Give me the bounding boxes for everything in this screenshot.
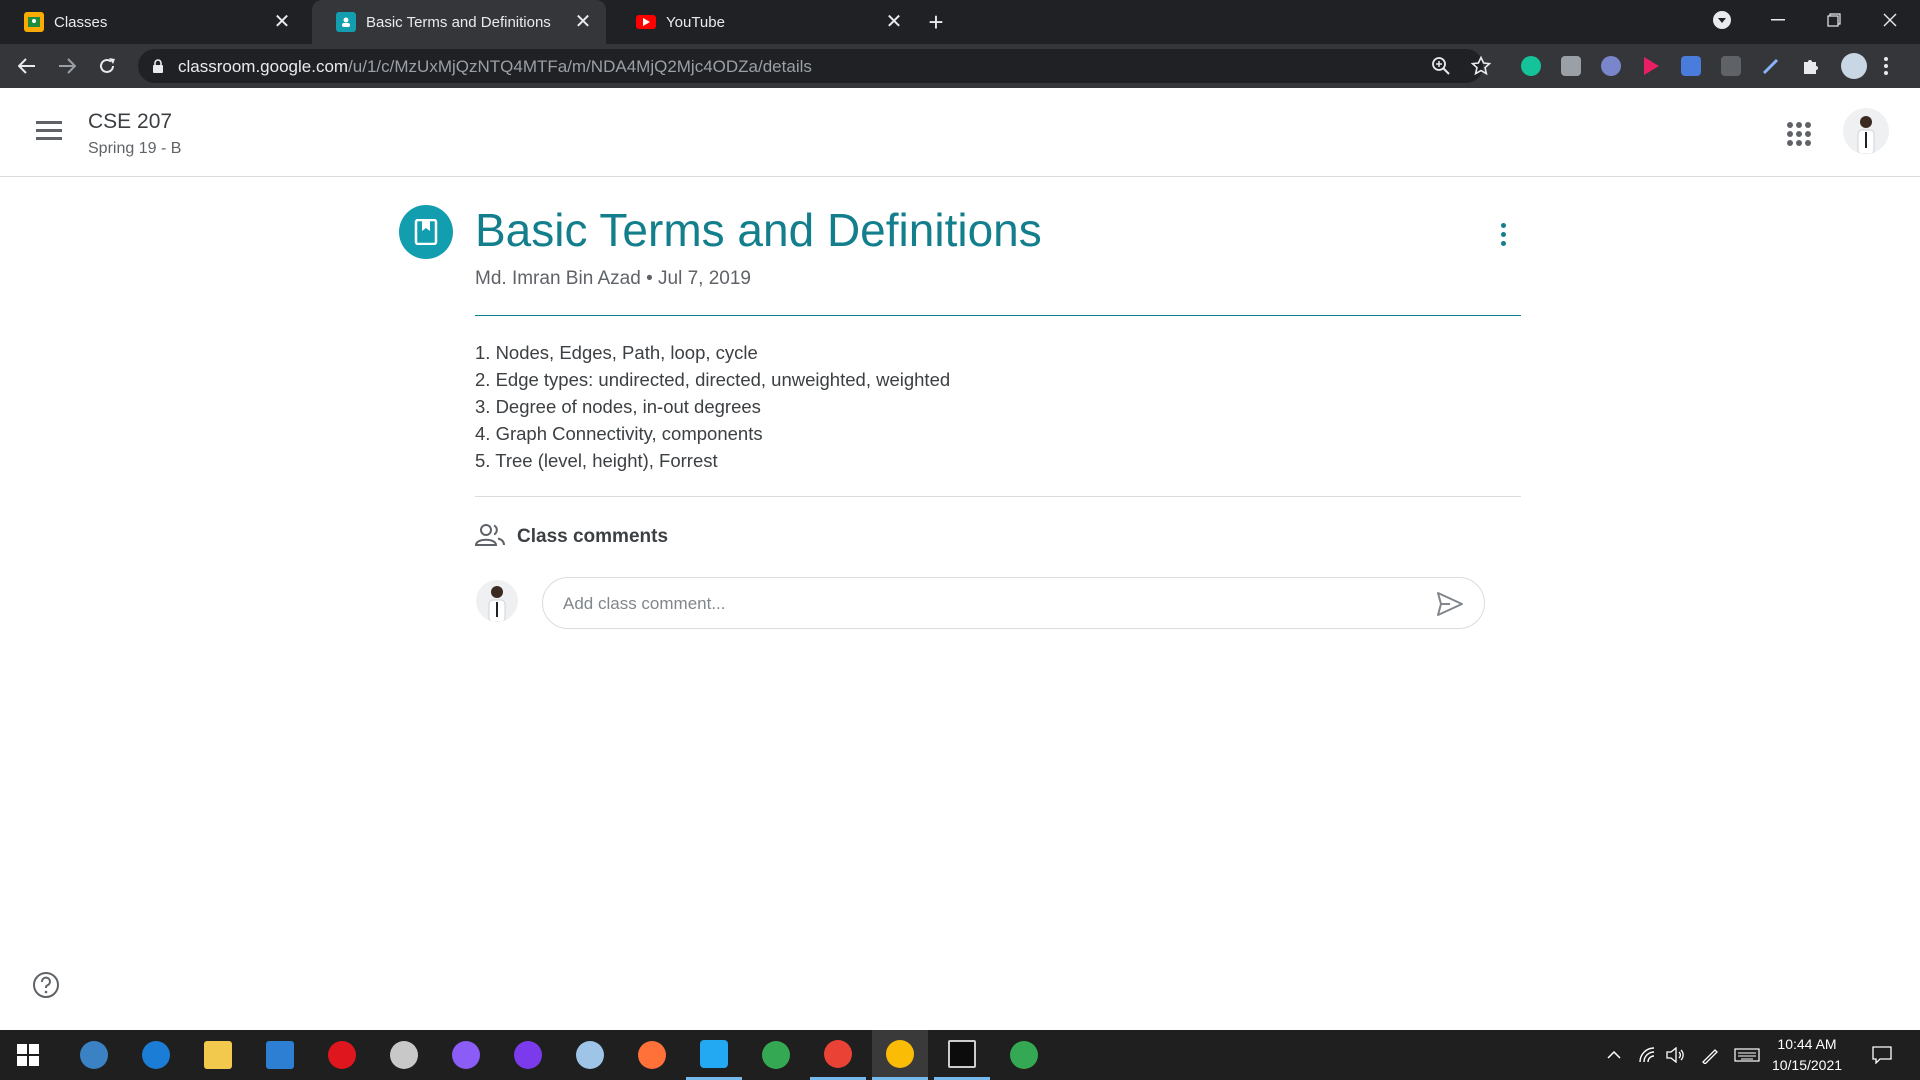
close-icon[interactable]: ✕ xyxy=(572,11,594,33)
paint-icon[interactable] xyxy=(562,1030,618,1080)
tab-title: Classes xyxy=(54,13,108,31)
file-explorer-icon[interactable] xyxy=(190,1030,246,1080)
tab-classes[interactable]: Classes ✕ xyxy=(0,0,305,44)
profile-avatar-icon[interactable] xyxy=(1841,53,1867,79)
material-description: 1. Nodes, Edges, Path, loop, cycle 2. Ed… xyxy=(475,339,1515,474)
url-host: classroom.google.com xyxy=(178,57,349,76)
qbittorrent-icon[interactable] xyxy=(66,1030,122,1080)
maps-icon[interactable] xyxy=(748,1030,804,1080)
pen-icon[interactable] xyxy=(1698,1030,1722,1080)
class-comments-header: Class comments xyxy=(474,522,669,552)
close-icon[interactable]: ✕ xyxy=(883,11,905,33)
glasses-extension-icon[interactable] xyxy=(1601,56,1621,76)
youtube-icon xyxy=(636,15,656,29)
hamburger-menu-icon[interactable] xyxy=(36,121,62,141)
divider xyxy=(475,496,1521,497)
browser-toolbar: classroom.google.com/u/1/c/MzUxMjQzNTQ4M… xyxy=(0,44,1920,88)
reload-icon[interactable] xyxy=(91,50,123,82)
minimize-icon[interactable] xyxy=(1750,0,1806,40)
download-extension-icon[interactable] xyxy=(1681,56,1701,76)
classroom-teal-icon xyxy=(336,12,356,32)
satellite-icon[interactable] xyxy=(376,1030,432,1080)
grammarly-extension-icon[interactable] xyxy=(1521,56,1541,76)
window-close-icon[interactable] xyxy=(1862,0,1918,40)
course-title[interactable]: CSE 207 xyxy=(88,110,172,134)
edge-icon[interactable] xyxy=(128,1030,184,1080)
address-bar[interactable]: classroom.google.com/u/1/c/MzUxMjQzNTQ4M… xyxy=(138,49,1492,83)
account-avatar[interactable] xyxy=(1843,108,1889,154)
chrome-profile-3-icon[interactable] xyxy=(996,1030,1052,1080)
tab-title: YouTube xyxy=(666,13,725,31)
firefox-icon[interactable] xyxy=(624,1030,680,1080)
tab-title: Basic Terms and Definitions xyxy=(366,13,551,31)
material-book-icon xyxy=(399,205,453,259)
classroom-header: CSE 207 Spring 19 - B xyxy=(0,88,1920,177)
keyboard-icon[interactable] xyxy=(1732,1030,1762,1080)
commenter-avatar xyxy=(476,580,518,622)
puzzle-extensions-icon[interactable] xyxy=(1801,56,1821,76)
close-icon[interactable]: ✕ xyxy=(271,11,293,33)
class-comment-box[interactable] xyxy=(542,577,1485,629)
bookmark-star-icon[interactable] xyxy=(1470,55,1492,76)
notifications-icon[interactable] xyxy=(1862,1030,1902,1080)
back-arrow-icon[interactable] xyxy=(11,50,43,82)
restore-icon[interactable] xyxy=(1806,0,1862,40)
description-line: 2. Edge types: undirected, directed, unw… xyxy=(475,369,951,390)
clock-time: 10:44 AM xyxy=(1777,1036,1837,1052)
terminal-icon[interactable] xyxy=(934,1030,990,1080)
chrome-profile-2-icon[interactable] xyxy=(872,1030,928,1080)
tab-extension-icon[interactable] xyxy=(1721,56,1741,76)
system-clock[interactable]: 10:44 AM 10/15/2021 xyxy=(1762,1034,1852,1076)
mail-icon[interactable] xyxy=(252,1030,308,1080)
people-icon xyxy=(474,523,505,552)
play-extension-icon[interactable] xyxy=(1641,56,1661,76)
url-text: classroom.google.com/u/1/c/MzUxMjQzNTQ4M… xyxy=(178,57,812,77)
description-line: 1. Nodes, Edges, Path, loop, cycle xyxy=(475,342,758,363)
description-line: 4. Graph Connectivity, components xyxy=(475,423,763,444)
windows-start-icon[interactable] xyxy=(0,1030,56,1080)
github-icon[interactable] xyxy=(500,1030,556,1080)
tab-youtube[interactable]: YouTube ✕ xyxy=(612,0,917,44)
google-apps-icon[interactable] xyxy=(1787,122,1811,146)
opera-icon[interactable] xyxy=(314,1030,370,1080)
more-options-icon[interactable] xyxy=(1490,218,1516,250)
chevron-up-icon[interactable] xyxy=(1604,1030,1624,1080)
volume-icon[interactable] xyxy=(1664,1030,1688,1080)
classroom-yellow-icon xyxy=(24,12,44,32)
material-meta: Md. Imran Bin Azad • Jul 7, 2019 xyxy=(475,268,751,289)
course-section: Spring 19 - B xyxy=(88,140,182,157)
divider xyxy=(475,315,1521,316)
windows-taskbar: 10:44 AM 10/15/2021 xyxy=(0,1030,1920,1080)
pen-extension-icon[interactable] xyxy=(1761,56,1781,76)
tab-basic-terms[interactable]: Basic Terms and Definitions ✕ xyxy=(312,0,606,44)
vscode-icon[interactable] xyxy=(686,1030,742,1080)
camera-extension-icon[interactable] xyxy=(1561,56,1581,76)
browser-tab-bar: Classes ✕ Basic Terms and Definitions ✕ … xyxy=(0,0,1920,44)
class-comment-input[interactable] xyxy=(563,591,1423,617)
class-comments-label: Class comments xyxy=(517,526,669,547)
description-line: 3. Degree of nodes, in-out degrees xyxy=(475,396,761,417)
send-icon[interactable] xyxy=(1436,591,1464,617)
chrome-profile-1-icon[interactable] xyxy=(810,1030,866,1080)
messenger-icon[interactable] xyxy=(438,1030,494,1080)
url-path: /u/1/c/MzUxMjQzNTQ4MTFa/m/NDA4MjQ2Mjc4OD… xyxy=(348,57,812,76)
help-icon[interactable] xyxy=(32,971,60,999)
lock-icon xyxy=(152,59,164,78)
wifi-icon[interactable] xyxy=(1636,1030,1660,1080)
material-title: Basic Terms and Definitions xyxy=(475,204,1042,256)
description-line: 5. Tree (level, height), Forrest xyxy=(475,450,718,471)
zoom-icon[interactable] xyxy=(1431,56,1451,76)
new-tab-icon[interactable]: + xyxy=(921,7,951,37)
chrome-menu-icon[interactable] xyxy=(1883,56,1893,76)
forward-arrow-icon[interactable] xyxy=(51,50,83,82)
tab-search-icon[interactable] xyxy=(1694,0,1750,40)
clock-date: 10/15/2021 xyxy=(1771,1057,1843,1073)
